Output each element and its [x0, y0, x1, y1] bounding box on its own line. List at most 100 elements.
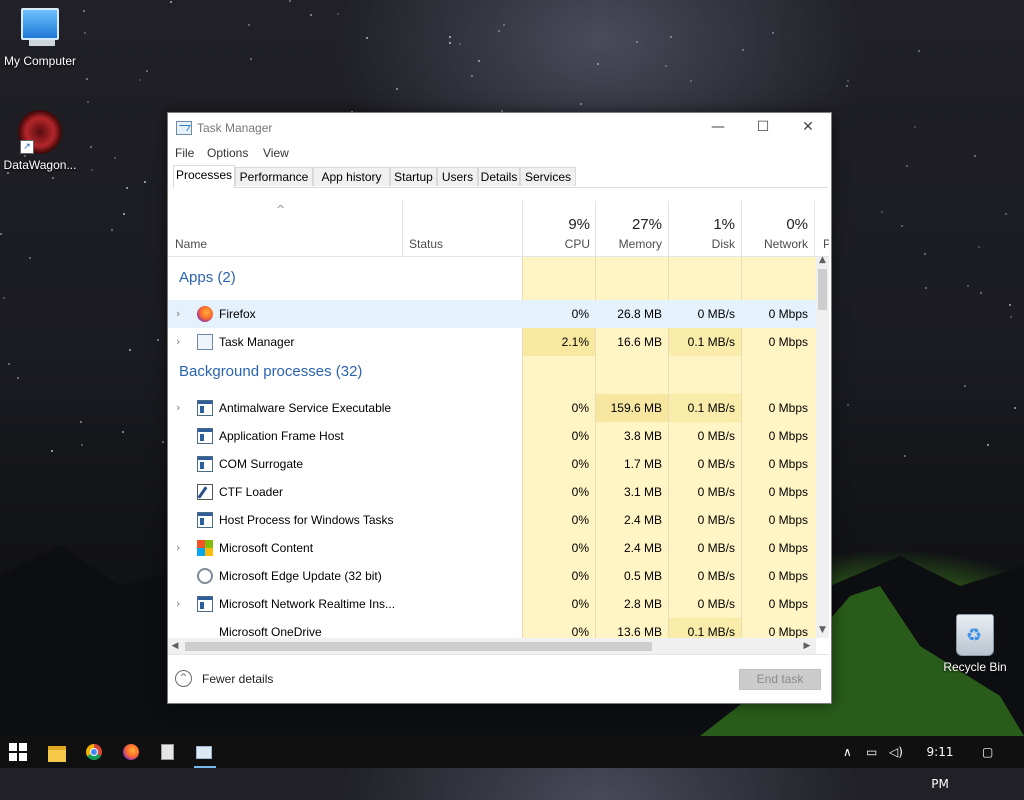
expand-chevron-icon[interactable]: ›: [176, 590, 180, 618]
vertical-scrollbar[interactable]: ▲ ▼: [816, 255, 829, 638]
network-icon[interactable]: ▭: [866, 736, 877, 768]
task-manager-taskbar-button[interactable]: [194, 742, 216, 768]
network-value: 0 Mbps: [768, 541, 808, 555]
group-header-apps[interactable]: Apps (2): [179, 269, 236, 286]
column-header-cpu[interactable]: CPU: [524, 237, 590, 251]
tab-strip: Processes Performance App history Startu…: [173, 165, 828, 188]
tab-users[interactable]: Users: [437, 167, 478, 186]
star: [111, 229, 113, 231]
table-row[interactable]: Microsoft Edge Update (32 bit) 0% 0.5 MB…: [168, 562, 816, 590]
table-row[interactable]: › Task Manager 2.1% 16.6 MB 0.1 MB/s 0 M…: [168, 328, 816, 356]
expand-chevron-icon[interactable]: ›: [176, 534, 180, 562]
table-row[interactable]: Microsoft OneDrive 0% 13.6 MB 0.1 MB/s 0…: [168, 618, 816, 638]
desktop-icon-my-computer[interactable]: My Computer: [0, 8, 80, 68]
scroll-down-icon[interactable]: ▼: [816, 625, 829, 635]
expand-chevron-icon[interactable]: ›: [176, 394, 180, 422]
tab-startup[interactable]: Startup: [390, 167, 437, 186]
column-separator: [741, 201, 742, 256]
minimize-button[interactable]: —: [695, 113, 741, 143]
table-row[interactable]: › Microsoft Content 0% 2.4 MB 0 MB/s 0 M…: [168, 534, 816, 562]
disk-value: 0 MB/s: [697, 513, 735, 527]
memory-percent[interactable]: 27%: [597, 216, 662, 233]
star: [170, 1, 172, 3]
star: [396, 88, 398, 90]
expand-chevron-icon[interactable]: ›: [176, 300, 180, 328]
process-name: Microsoft Network Realtime Ins...: [219, 597, 396, 611]
star: [91, 169, 93, 171]
disk-percent[interactable]: 1%: [670, 216, 735, 233]
process-list: Apps (2) › Firefox 0% 26.8 MB 0 MB/s 0 M…: [168, 257, 816, 638]
window-process-icon: [197, 456, 213, 472]
scroll-right-icon[interactable]: ▶: [800, 638, 814, 654]
start-icon[interactable]: [9, 743, 27, 761]
disk-value: 0.1 MB/s: [687, 335, 735, 349]
star: [17, 377, 19, 379]
maximize-button[interactable]: ☐: [740, 113, 786, 143]
tab-performance[interactable]: Performance: [235, 167, 313, 186]
cpu-percent[interactable]: 9%: [524, 216, 590, 233]
tab-app-history[interactable]: App history: [313, 167, 390, 186]
column-header-name[interactable]: Name: [175, 237, 207, 251]
disk-value: 0 MB/s: [697, 597, 735, 611]
star: [597, 63, 599, 65]
scroll-up-icon[interactable]: ▲: [816, 255, 829, 265]
column-header-disk[interactable]: Disk: [670, 237, 735, 251]
desktop-icon-recycle-bin[interactable]: Recycle Bin: [935, 614, 1015, 674]
cpu-value: 0%: [571, 401, 589, 415]
notepad-icon[interactable]: [161, 744, 174, 760]
column-header-memory[interactable]: Memory: [597, 237, 662, 251]
volume-icon[interactable]: ◁): [889, 736, 903, 768]
star: [881, 211, 883, 213]
star: [665, 65, 667, 67]
vertical-scroll-thumb[interactable]: [818, 269, 827, 310]
network-percent[interactable]: 0%: [743, 216, 808, 233]
star: [847, 404, 849, 406]
file-explorer-icon[interactable]: [48, 746, 66, 762]
star: [471, 75, 473, 77]
desktop-icon-datawagon[interactable]: ↗ DataWagon...: [0, 110, 80, 172]
star: [289, 0, 291, 2]
memory-value: 159.6 MB: [610, 401, 662, 415]
star: [84, 32, 86, 34]
chevron-up-icon[interactable]: ∧: [843, 736, 852, 768]
tab-services[interactable]: Services: [520, 167, 576, 186]
window-title: Task Manager: [197, 121, 273, 135]
disk-value: 0 MB/s: [697, 541, 735, 555]
column-header-status[interactable]: Status: [409, 237, 443, 251]
horizontal-scrollbar[interactable]: ◀ ▶: [168, 638, 816, 654]
expand-chevron-icon[interactable]: ›: [176, 328, 180, 356]
table-row[interactable]: › Firefox 0% 26.8 MB 0 MB/s 0 Mbps: [168, 300, 816, 328]
table-row[interactable]: Application Frame Host 0% 3.8 MB 0 MB/s …: [168, 422, 816, 450]
menu-options[interactable]: Options: [207, 146, 248, 160]
end-task-button[interactable]: End task: [739, 669, 821, 690]
network-value: 0 Mbps: [768, 597, 808, 611]
star: [90, 146, 92, 148]
horizontal-scroll-thumb[interactable]: [185, 642, 652, 651]
fewer-details-label: Fewer details: [202, 672, 274, 686]
menu-view[interactable]: View: [263, 146, 289, 160]
close-button[interactable]: ✕: [785, 113, 831, 143]
memory-value: 2.4 MB: [623, 513, 662, 527]
clock[interactable]: 9:11 PM: [918, 736, 962, 791]
star: [248, 24, 250, 26]
chrome-icon[interactable]: [86, 744, 102, 760]
table-row[interactable]: COM Surrogate 0% 1.7 MB 0 MB/s 0 Mbps: [168, 450, 816, 478]
process-name: Microsoft OneDrive: [219, 625, 322, 638]
table-row[interactable]: CTF Loader 0% 3.1 MB 0 MB/s 0 Mbps: [168, 478, 816, 506]
notification-icon[interactable]: ▢: [982, 736, 993, 768]
cpu-value: 0%: [571, 457, 589, 471]
scroll-left-icon[interactable]: ◀: [168, 638, 182, 654]
table-row[interactable]: Host Process for Windows Tasks 0% 2.4 MB…: [168, 506, 816, 534]
table-row[interactable]: › Microsoft Network Realtime Ins... 0% 2…: [168, 590, 816, 618]
group-header-background[interactable]: Background processes (32): [179, 363, 362, 380]
title-bar[interactable]: Task Manager — ☐ ✕: [168, 113, 831, 143]
firefox-icon[interactable]: [123, 744, 139, 760]
tab-processes[interactable]: Processes: [173, 165, 235, 188]
menu-file[interactable]: File: [175, 146, 194, 160]
tab-details[interactable]: Details: [478, 167, 520, 186]
star: [967, 285, 969, 287]
table-row[interactable]: › Antimalware Service Executable 0% 159.…: [168, 394, 816, 422]
column-header-power-partial[interactable]: P: [823, 237, 829, 251]
star: [87, 101, 89, 103]
column-header-network[interactable]: Network: [743, 237, 808, 251]
